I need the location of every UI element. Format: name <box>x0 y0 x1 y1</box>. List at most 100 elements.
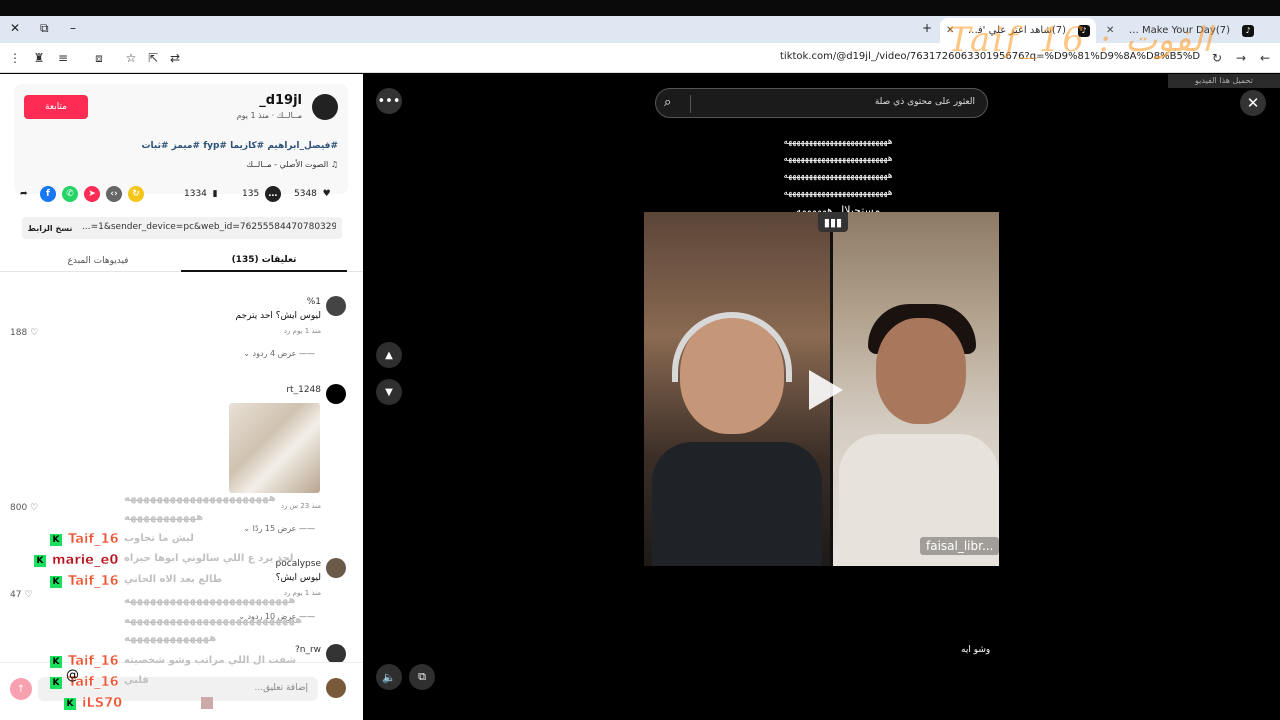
overlay-line: هههههههههههههههههههههههههه <box>783 154 893 164</box>
whatsapp-button[interactable]: ✆ <box>62 186 78 202</box>
comment-item: %1 ليوس ايش؟ احد يترجم منذ 1 يوم رد 188 … <box>0 294 363 364</box>
chat-user: Kmarie_e0 <box>34 553 119 568</box>
close-icon[interactable]: ✕ <box>946 25 954 36</box>
comment-image[interactable] <box>229 403 320 493</box>
menu-icon[interactable]: ⋮ <box>6 49 24 67</box>
chat-user: K Taif_16 <box>50 574 119 589</box>
more-options-icon[interactable]: ••• <box>376 88 402 114</box>
close-icon[interactable]: ✕ <box>1106 25 1114 36</box>
view-replies-label: عرض 15 ردًا <box>252 524 297 533</box>
comment-button[interactable]: 135 … <box>242 186 281 202</box>
tiktok-icon: ♪ <box>1078 24 1090 37</box>
volume-icon[interactable]: 🔈 <box>376 664 402 690</box>
search-text: العثور على محتوى ذي صلة <box>874 97 975 107</box>
view-replies[interactable]: —— عرض 4 ردود ⌄ <box>243 349 315 358</box>
comment-meta[interactable]: منذ 1 يوم رد <box>284 327 321 335</box>
sound-link[interactable]: ♫ الصوت الأصلي - مــالــك <box>246 160 338 169</box>
kick-badge-icon: K <box>64 697 76 710</box>
tab-title: (7)شاهد اعتر علي 'فيصل ابراهيم ' على <box>960 25 1066 36</box>
playlist-icon[interactable]: ≡ <box>54 49 72 67</box>
chat-message: ليش ما تجاوب <box>124 533 194 544</box>
kick-badge-icon: K <box>50 676 62 689</box>
chat-message: هههههههههههه <box>124 512 204 523</box>
chat-message: هههههههههههههههههههههههههه <box>124 595 296 606</box>
comment-like[interactable]: 188 ♡ <box>10 328 38 338</box>
puzzle-icon[interactable]: ⧈ <box>90 49 108 67</box>
author-avatar[interactable] <box>312 94 338 120</box>
tab-video[interactable]: ♪ (7)شاهد اعتر علي 'فيصل ابراهيم ' على ✕ <box>940 18 1096 43</box>
overlay-line: هههههههههههههههههههههههههه <box>783 137 893 147</box>
chat-message: ههههههههههههههههههههههه <box>124 493 276 504</box>
author-card: متابعة _d19jl مــالــك · منذ 1 يوم #فيصل… <box>14 84 348 194</box>
next-video-icon[interactable]: ▼ <box>376 379 402 405</box>
tab-creator-videos[interactable]: فيديوهات المبدع <box>15 250 181 272</box>
comment-text: ليوس ايش؟ <box>275 573 321 583</box>
previous-video-icon[interactable]: ▲ <box>376 342 402 368</box>
related-search[interactable]: ⌕ العثور على محتوى ذي صلة <box>655 88 988 118</box>
send-icon[interactable]: ↑ <box>10 678 32 700</box>
chat-user: K Taif_16 <box>50 532 119 547</box>
play-icon[interactable] <box>809 370 843 410</box>
picture-in-picture-icon[interactable]: ⧉ <box>409 664 435 690</box>
reload-icon[interactable]: ↻ <box>1208 49 1226 67</box>
comment-meta[interactable]: منذ 23 س رد <box>281 502 321 510</box>
view-replies[interactable]: —— عرض 15 ردًا ⌄ <box>243 524 315 533</box>
facebook-icon: f <box>40 186 56 202</box>
url-field[interactable]: tiktok.com/@d19jl_/video/763172606330195… <box>780 51 1200 62</box>
commenter-avatar[interactable] <box>326 558 346 578</box>
sound-label: الصوت الأصلي - مــالــك <box>246 160 329 169</box>
comment-text: ليوس ايش؟ احد يترجم <box>235 311 321 321</box>
extension-icon[interactable]: ♜ <box>30 49 48 67</box>
comment-like[interactable]: 47 ♡ <box>10 590 32 600</box>
hashtags[interactable]: #فيصل_ابراهيم #كازيما #fyp #ميمز #ثبات <box>141 141 338 151</box>
new-tab-icon[interactable]: + <box>922 21 932 35</box>
window-close-icon[interactable]: ✕ <box>10 21 20 35</box>
back-icon[interactable]: ← <box>1256 49 1274 67</box>
emoji-icon <box>201 697 213 709</box>
my-avatar[interactable] <box>326 678 346 698</box>
tab-bar: ♪ (7)TikTok - Make Your Day ✕ ♪ (7)شاهد … <box>0 16 1280 43</box>
like-button[interactable]: 5348 ♥ <box>294 186 331 202</box>
forward-icon[interactable]: → <box>1232 49 1250 67</box>
video-player[interactable]: ▮▮▮ faisal_libr... <box>644 212 999 566</box>
download-banner[interactable]: تحميل هذا الفيديو <box>1168 74 1280 88</box>
tab-comments[interactable]: (135) تعليقات <box>181 250 347 272</box>
window-minimize-icon[interactable]: – <box>70 21 76 35</box>
facebook-button[interactable]: f <box>40 186 56 202</box>
commenter-avatar[interactable] <box>326 644 346 664</box>
share-arrow-icon: ➦ <box>20 189 28 199</box>
commenter-name[interactable]: %1 <box>307 297 321 307</box>
commenter-avatar[interactable] <box>326 296 346 316</box>
comment-like[interactable]: 800 ♡ <box>10 503 38 513</box>
headphones <box>672 312 792 382</box>
commenter-avatar[interactable] <box>326 384 346 404</box>
close-icon[interactable]: ✕ <box>1240 90 1266 116</box>
action-row: 5348 ♥ 135 … 1334 ▮ ↻ ‹› ➤ ✆ f ➦ <box>0 182 363 206</box>
copy-link-button[interactable]: نسخ الرابط <box>22 217 78 239</box>
heart-outline-icon: ♡ <box>24 590 33 600</box>
share-button[interactable]: ➦ <box>20 186 28 202</box>
kick-badge-icon: K <box>50 575 62 588</box>
star-icon[interactable]: ☆ <box>122 49 140 67</box>
heart-icon: ♥ <box>322 189 331 199</box>
translate-icon[interactable]: ⇄ <box>166 49 184 67</box>
author-username[interactable]: _d19jl <box>259 93 302 108</box>
repost-button[interactable]: ↻ <box>128 186 144 202</box>
window-restore-icon[interactable]: ⧉ <box>40 21 49 36</box>
save-button[interactable]: 1334 ▮ <box>184 186 218 202</box>
telegram-button[interactable]: ➤ <box>84 186 100 202</box>
commenter-name[interactable]: n_rw? <box>295 645 321 655</box>
video-caption: وشو ايه <box>961 645 991 655</box>
follow-button[interactable]: متابعة <box>24 95 88 119</box>
equalizer-icon: ▮▮▮ <box>818 212 848 232</box>
embed-button[interactable]: ‹› <box>106 186 122 202</box>
share-icon[interactable]: ⇱ <box>144 49 162 67</box>
tab-tiktok-home[interactable]: ♪ (7)TikTok - Make Your Day ✕ <box>1100 18 1260 43</box>
chat-message: شفت ال اللي مراتب وشو شخصيته <box>124 655 297 666</box>
search-icon[interactable]: ⌕ <box>664 95 671 110</box>
kick-badge-icon: K <box>34 554 46 567</box>
comment-input-bar: ↑ إضافة تعليق... <box>0 662 363 720</box>
heart-outline-icon: ♡ <box>30 503 39 513</box>
repost-icon: ↻ <box>128 186 144 202</box>
commenter-name[interactable]: rt_1248 <box>286 385 321 395</box>
